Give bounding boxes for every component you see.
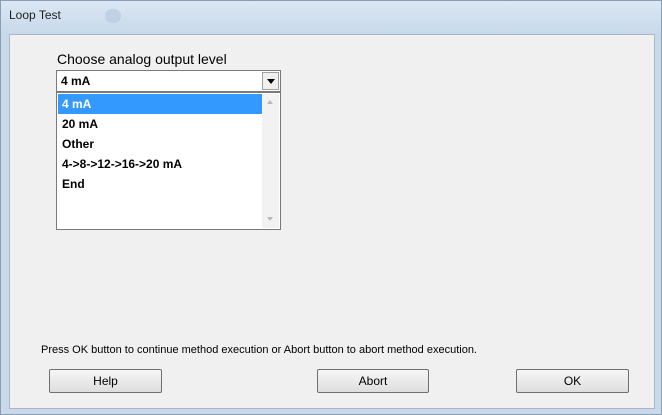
loop-test-dialog: Loop Test Choose analog output level 4 m… xyxy=(0,0,662,415)
dropdown-button[interactable] xyxy=(262,72,279,90)
abort-button[interactable]: Abort xyxy=(317,369,429,393)
scroll-up-button[interactable] xyxy=(262,94,279,111)
chevron-down-icon xyxy=(267,79,275,84)
prompt-label: Choose analog output level xyxy=(57,51,227,67)
arrow-down-icon xyxy=(267,217,273,221)
list-item[interactable]: 4 mA xyxy=(58,94,263,114)
title-bar[interactable]: Loop Test xyxy=(1,1,661,35)
ok-button[interactable]: OK xyxy=(516,369,629,393)
list-item[interactable]: 20 mA xyxy=(58,114,263,134)
window-title: Loop Test xyxy=(9,8,61,22)
list-item[interactable]: 4->8->12->16->20 mA xyxy=(58,154,263,174)
vertical-scrollbar[interactable] xyxy=(262,94,279,228)
help-button[interactable]: Help xyxy=(49,369,162,393)
list-item[interactable]: End xyxy=(58,174,263,194)
window-icon xyxy=(105,9,121,23)
scroll-down-button[interactable] xyxy=(262,211,279,228)
combobox-selected-value: 4 mA xyxy=(61,74,91,88)
output-level-combobox[interactable]: 4 mA xyxy=(56,70,281,92)
output-level-dropdown-list[interactable]: 4 mA 20 mA Other 4->8->12->16->20 mA End xyxy=(56,92,281,230)
arrow-up-icon xyxy=(267,100,273,104)
instruction-message: Press OK button to continue method execu… xyxy=(41,344,477,356)
list-item[interactable]: Other xyxy=(58,134,263,154)
